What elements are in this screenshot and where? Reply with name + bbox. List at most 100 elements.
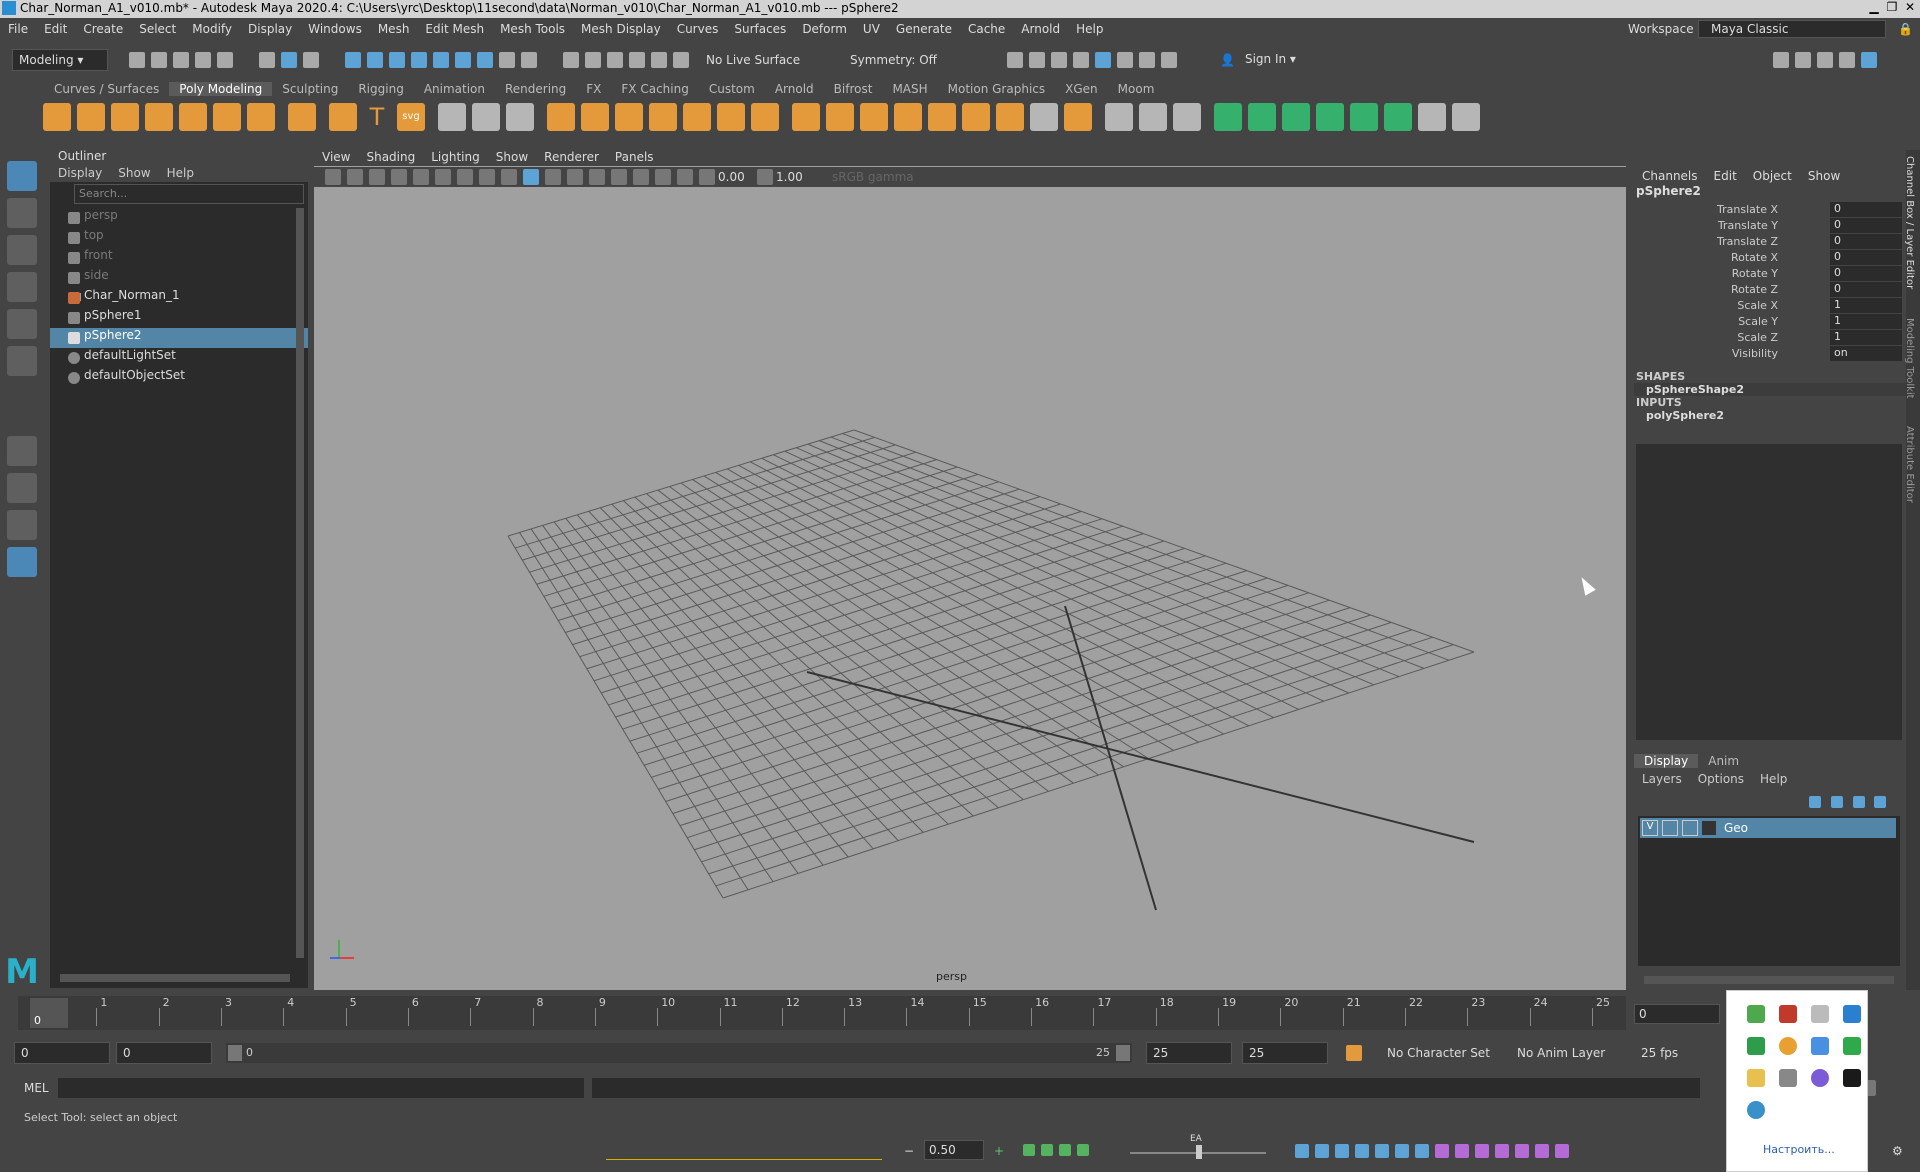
uv-layout-icon[interactable] <box>1384 103 1412 131</box>
layer-row-geo[interactable]: V Geo <box>1640 818 1896 838</box>
sign-in-button[interactable]: Sign In ▾ <box>1238 49 1349 71</box>
attr-row-scale-x[interactable]: Scale X 1 <box>1634 298 1906 314</box>
target-weld-icon[interactable] <box>1173 103 1201 131</box>
attr-row-visibility[interactable]: Visibility on <box>1634 346 1906 362</box>
separate-icon[interactable] <box>581 103 609 131</box>
live-surface-label[interactable]: No Live Surface <box>706 53 826 67</box>
pause-icon[interactable] <box>1161 52 1177 68</box>
anim-layer-select[interactable]: No Anim Layer <box>1517 1046 1627 1060</box>
outliner-menu-display[interactable]: Display <box>58 166 102 180</box>
shelf-tab-motion-graphics[interactable]: Motion Graphics <box>938 82 1056 96</box>
rotate-tool-icon[interactable] <box>7 309 37 339</box>
menu-display[interactable]: Display <box>248 22 292 36</box>
select-tool-icon[interactable] <box>7 161 37 191</box>
outliner-layout-icon[interactable] <box>7 547 37 577</box>
menu-create[interactable]: Create <box>83 22 123 36</box>
shadows-icon[interactable] <box>611 169 627 185</box>
deform-f-icon[interactable] <box>1535 1144 1549 1158</box>
menu-cache[interactable]: Cache <box>968 22 1005 36</box>
side-tab-channel-box[interactable]: Channel Box / Layer Editor <box>1904 156 1915 289</box>
reduce-icon[interactable] <box>683 103 711 131</box>
deform-d-icon[interactable] <box>1495 1144 1509 1158</box>
snap-extra-icon[interactable] <box>477 52 493 68</box>
lasso-tool-icon[interactable] <box>7 198 37 228</box>
layer-name[interactable]: Geo <box>1724 821 1748 835</box>
attr-row-translate-x[interactable]: Translate X 0 <box>1634 202 1906 218</box>
vp-menu-panels[interactable]: Panels <box>615 150 654 164</box>
smooth-shade-icon[interactable] <box>523 169 539 185</box>
character-set-select[interactable]: No Character Set <box>1387 1046 1497 1060</box>
snap-grid-icon[interactable] <box>345 52 361 68</box>
scene-start-field[interactable]: 0 <box>14 1042 110 1064</box>
shelf-tab-animation[interactable]: Animation <box>414 82 495 96</box>
circularize-icon[interactable] <box>962 103 990 131</box>
outliner-search-input[interactable]: Search... <box>74 184 304 204</box>
outliner-item-psphere1[interactable]: pSphere1 <box>50 308 308 328</box>
camera-attr-icon[interactable] <box>325 169 341 185</box>
tray-globe-icon[interactable] <box>1747 1101 1765 1119</box>
insert-edge-loop-icon[interactable] <box>1139 103 1167 131</box>
single-perspective-icon[interactable] <box>7 436 37 466</box>
scale-tool-icon[interactable] <box>7 346 37 376</box>
rotate-view-icon[interactable] <box>673 52 689 68</box>
attr-value[interactable]: 0 <box>1830 202 1902 217</box>
shape-node[interactable]: pSphereShape2 <box>1634 383 1906 396</box>
menu-edit-mesh[interactable]: Edit Mesh <box>425 22 484 36</box>
tray-folder-icon[interactable] <box>1747 1069 1765 1087</box>
transform-icon[interactable] <box>1795 52 1811 68</box>
outliner-hscrollbar[interactable] <box>60 974 290 982</box>
menu-generate[interactable]: Generate <box>896 22 952 36</box>
layer-menu-options[interactable]: Options <box>1698 772 1744 786</box>
layer-type-toggle[interactable] <box>1682 820 1698 836</box>
smooth-icon[interactable] <box>649 103 677 131</box>
outliner-item-persp[interactable]: persp <box>50 208 308 228</box>
channel-box-icon[interactable] <box>1861 52 1877 68</box>
gate-mask-icon[interactable] <box>457 169 473 185</box>
lock-icon[interactable]: 🔒 <box>1898 22 1913 36</box>
attr-value[interactable]: 0 <box>1830 282 1902 297</box>
attr-value[interactable]: 1 <box>1830 330 1902 345</box>
symmetry-label[interactable]: Symmetry: Off <box>850 53 970 67</box>
v-curve-icon[interactable] <box>1315 1144 1329 1158</box>
bridge-icon[interactable] <box>751 103 779 131</box>
ea-slider-handle[interactable] <box>1196 1145 1202 1159</box>
menu-modify[interactable]: Modify <box>192 22 232 36</box>
uv-cut-icon[interactable] <box>1418 103 1446 131</box>
move-layer-down-icon[interactable] <box>1830 796 1843 808</box>
shelf-tab-xgen[interactable]: XGen <box>1055 82 1108 96</box>
tray-nvidia-icon[interactable] <box>1843 1069 1861 1087</box>
outliner-menu-help[interactable]: Help <box>167 166 194 180</box>
side-tab-attribute-editor[interactable]: Attribute Editor <box>1904 426 1915 503</box>
menu-curves[interactable]: Curves <box>677 22 719 36</box>
attr-value[interactable]: 0 <box>1830 218 1902 233</box>
superellipse-icon[interactable] <box>329 103 357 131</box>
vp-menu-shading[interactable]: Shading <box>366 150 415 164</box>
poly-torus-icon[interactable] <box>179 103 207 131</box>
shelf-tab-sculpting[interactable]: Sculpting <box>272 82 348 96</box>
gamma-icon[interactable] <box>757 169 773 185</box>
move-tool-icon[interactable] <box>7 272 37 302</box>
tray-app-icon[interactable] <box>1747 1005 1765 1023</box>
move-layer-up-icon[interactable] <box>1809 796 1821 808</box>
flatten-icon[interactable] <box>1059 1144 1071 1156</box>
history-icon[interactable] <box>563 52 579 68</box>
color-space-select[interactable]: sRGB gamma <box>832 170 982 184</box>
script-language-label[interactable]: MEL <box>24 1081 58 1095</box>
layer-hscrollbar[interactable] <box>1644 976 1894 984</box>
arch-curve-icon[interactable] <box>1335 1144 1349 1158</box>
uv-sew-icon[interactable] <box>1452 103 1480 131</box>
curve-tool-icon[interactable] <box>1041 1144 1053 1156</box>
deform-a-icon[interactable] <box>1435 1144 1449 1158</box>
menu-surfaces[interactable]: Surfaces <box>734 22 786 36</box>
menu-deform[interactable]: Deform <box>802 22 847 36</box>
light-editor-icon[interactable] <box>1139 52 1155 68</box>
tray-sync-icon[interactable] <box>1843 1005 1861 1023</box>
vp-menu-lighting[interactable]: Lighting <box>431 150 480 164</box>
safe-action-icon[interactable] <box>479 169 495 185</box>
select-hierarchy-icon[interactable] <box>259 52 275 68</box>
poly-cylinder-icon[interactable] <box>111 103 139 131</box>
snap-live-icon[interactable] <box>455 52 471 68</box>
shelf-tab-rigging[interactable]: Rigging <box>348 82 413 96</box>
close-icon[interactable]: ✕ <box>1902 0 1918 16</box>
outliner-item-side[interactable]: side <box>50 268 308 288</box>
